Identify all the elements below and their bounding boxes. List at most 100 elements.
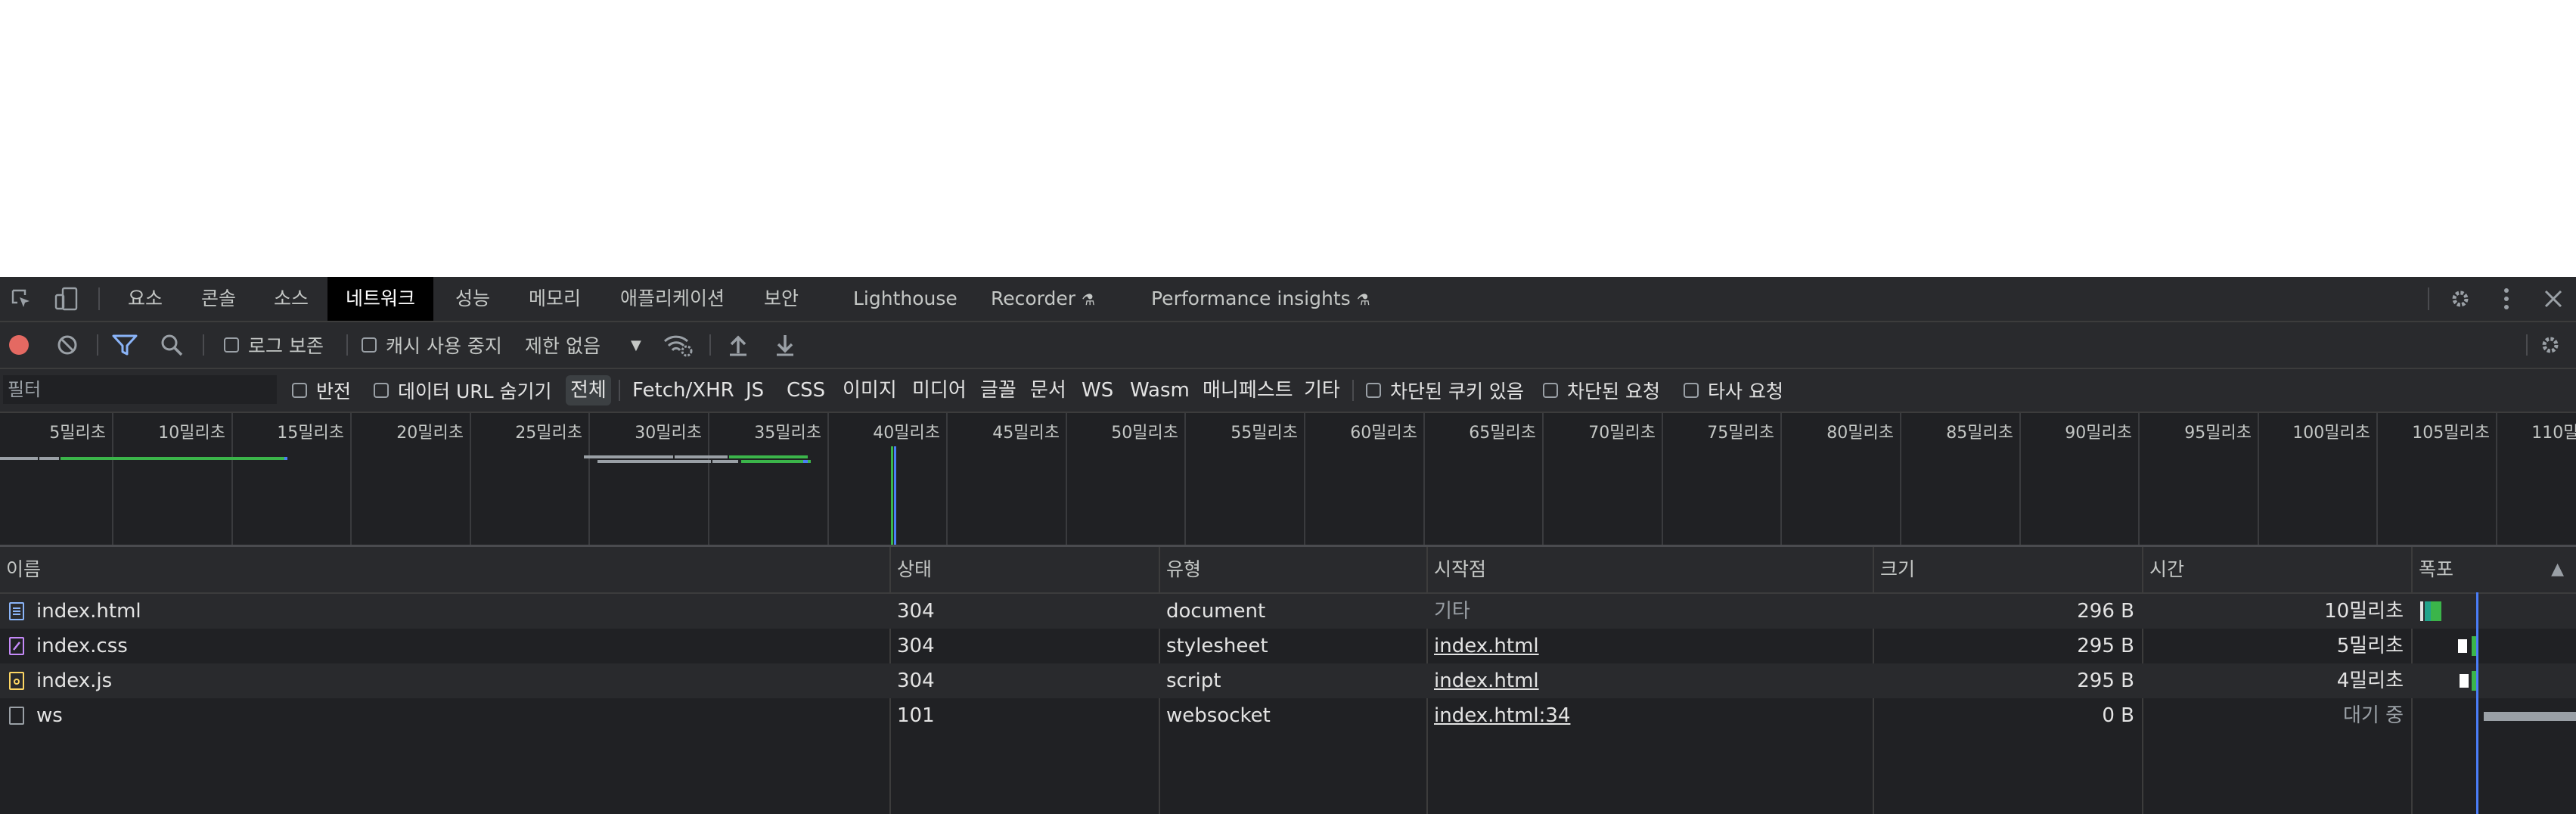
throttling-select[interactable]: 제한 없음 ▼ <box>525 322 641 368</box>
tab-performance-insights[interactable]: Performance insights ⚗ <box>1133 277 1389 321</box>
filter-input[interactable] <box>3 375 277 404</box>
overview-grid-line <box>2258 413 2259 545</box>
table-row[interactable]: ws 101 websocket index.html:34 0 B 대기 중 <box>0 698 2576 733</box>
upload-icon[interactable] <box>728 322 749 368</box>
overview-grid-line <box>1780 413 1782 545</box>
overview-tick-label: 55밀리초 <box>1231 424 1298 443</box>
timeline-overview[interactable]: 5밀리초 10밀리초 15밀리초 20밀리초 25밀리초 30밀리초 35밀리초 40밀리초 4… <box>0 413 2576 547</box>
tab-lighthouse[interactable]: Lighthouse <box>835 277 976 321</box>
type-filter-manifest[interactable]: 매니페스트 <box>1198 375 1298 405</box>
type-filter-ws[interactable]: WS <box>1077 375 1118 405</box>
record-icon[interactable] <box>8 322 30 368</box>
header-waterfall[interactable]: 폭포 <box>2413 547 2453 592</box>
type-filter-img[interactable]: 이미지 <box>838 375 902 405</box>
hide-data-urls-checkbox[interactable]: 데이터 URL 숨기기 <box>374 369 552 412</box>
request-name: index.html <box>36 600 141 623</box>
type-filter-js[interactable]: JS <box>741 375 768 405</box>
header-type[interactable]: 유형 <box>1160 547 1201 592</box>
type-filter-media[interactable]: 미디어 <box>908 375 971 405</box>
request-size: 295 B <box>2077 670 2134 692</box>
clear-icon[interactable] <box>56 322 79 368</box>
blocked-cookies-label: 차단된 쿠키 있음 <box>1390 381 1524 402</box>
table-row[interactable]: index.js 304 script index.html 295 B 4밀리… <box>0 663 2576 698</box>
tab-recorder[interactable]: Recorder ⚗ <box>973 277 1113 321</box>
blocked-requests-checkbox[interactable]: 차단된 요청 <box>1543 369 1660 412</box>
inspect-icon[interactable] <box>6 277 36 321</box>
request-time: 대기 중 <box>2342 704 2404 727</box>
header-size[interactable]: 크기 <box>1874 547 1915 592</box>
waterfall-bar <box>2460 674 2469 688</box>
blocked-cookies-checkbox[interactable]: 차단된 쿠키 있음 <box>1366 369 1524 412</box>
type-filter-all[interactable]: 전체 <box>566 375 611 405</box>
preserve-log-checkbox[interactable]: 로그 보존 <box>224 322 324 368</box>
request-initiator-link[interactable]: index.html <box>1434 629 1539 663</box>
overview-tick-label: 20밀리초 <box>396 424 464 443</box>
tab-sources-label: 소스 <box>274 287 309 309</box>
type-filter-fetch-xhr[interactable]: Fetch/XHR <box>628 375 739 405</box>
tab-network[interactable]: 네트워크 <box>327 277 434 321</box>
request-initiator-link[interactable]: index.html:34 <box>1434 698 1570 733</box>
search-icon[interactable] <box>160 322 183 368</box>
tab-recorder-label: Recorder <box>991 287 1076 309</box>
invert-checkbox[interactable]: 반전 <box>292 369 351 412</box>
toolbar-divider <box>203 334 204 356</box>
overview-grid-line <box>708 413 709 545</box>
overview-tick-label: 100밀리초 <box>2292 424 2370 443</box>
overview-grid-line <box>1662 413 1663 545</box>
tab-application[interactable]: 애플리케이션 <box>602 277 743 321</box>
tab-security[interactable]: 보안 <box>746 277 817 321</box>
overview-tick-label: 10밀리초 <box>158 424 225 443</box>
table-row[interactable]: index.css 304 stylesheet index.html 295 … <box>0 629 2576 663</box>
overview-grid-line <box>1423 413 1425 545</box>
overview-grid-line <box>2019 413 2021 545</box>
filter-divider <box>619 380 620 401</box>
invert-label: 반전 <box>316 381 352 402</box>
overview-tick-label: 105밀리초 <box>2412 424 2490 443</box>
type-filter-font[interactable]: 글꼴 <box>976 375 1021 405</box>
blocked-requests-label: 차단된 요청 <box>1567 381 1660 402</box>
tab-performance[interactable]: 성능 <box>437 277 508 321</box>
close-icon[interactable] <box>2538 277 2568 321</box>
network-conditions-icon[interactable] <box>663 322 693 368</box>
third-party-checkbox[interactable]: 타사 요청 <box>1684 369 1783 412</box>
tab-console[interactable]: 콘솔 <box>183 277 254 321</box>
type-filter-wasm[interactable]: Wasm <box>1125 375 1194 405</box>
overview-grid-line <box>827 413 829 545</box>
request-size: 295 B <box>2077 635 2134 657</box>
request-type: script <box>1166 670 1221 692</box>
table-header: 이름 상태 유형 시작점 크기 시간 폭포 ▲ <box>0 547 2576 594</box>
overview-bar <box>729 455 808 458</box>
overview-tick-label: 110밀리초 <box>2531 424 2576 443</box>
tab-elements-label: 요소 <box>128 287 163 309</box>
type-filter-css[interactable]: CSS <box>782 375 830 405</box>
overview-grid-line <box>112 413 113 545</box>
type-filter-doc[interactable]: 문서 <box>1026 375 1071 405</box>
header-name[interactable]: 이름 <box>0 547 41 592</box>
more-vert-icon[interactable] <box>2491 277 2522 321</box>
overview-bar <box>284 457 287 460</box>
type-filter-other[interactable]: 기타 <box>1299 375 1345 405</box>
tab-performance-insights-label: Performance insights <box>1151 287 1351 309</box>
settings-icon[interactable] <box>2444 277 2476 321</box>
header-initiator[interactable]: 시작점 <box>1428 547 1486 592</box>
table-row[interactable]: index.html 304 document 기타 296 B 10밀리초 <box>0 594 2576 629</box>
overview-tick-label: 95밀리초 <box>2184 424 2252 443</box>
disable-cache-checkbox[interactable]: 캐시 사용 중지 <box>362 322 502 368</box>
toolbar-divider <box>709 334 711 356</box>
header-time[interactable]: 시간 <box>2143 547 2184 592</box>
tab-elements[interactable]: 요소 <box>110 277 181 321</box>
request-type: document <box>1166 600 1266 623</box>
overview-grid-line <box>1542 413 1544 545</box>
overview-grid-line <box>470 413 471 545</box>
device-toggle-icon[interactable] <box>50 277 83 321</box>
overview-bar <box>803 460 808 463</box>
request-initiator-link[interactable]: index.html <box>1434 663 1539 698</box>
download-icon[interactable] <box>774 322 796 368</box>
network-toolbar: 로그 보존 캐시 사용 중지 제한 없음 ▼ <box>0 322 2576 369</box>
settings-icon-2[interactable] <box>2538 322 2562 368</box>
filter-icon[interactable] <box>112 322 138 368</box>
tab-sources[interactable]: 소스 <box>256 277 327 321</box>
header-status[interactable]: 상태 <box>891 547 932 592</box>
tab-memory[interactable]: 메모리 <box>511 277 599 321</box>
preserve-log-label: 로그 보존 <box>248 335 324 357</box>
